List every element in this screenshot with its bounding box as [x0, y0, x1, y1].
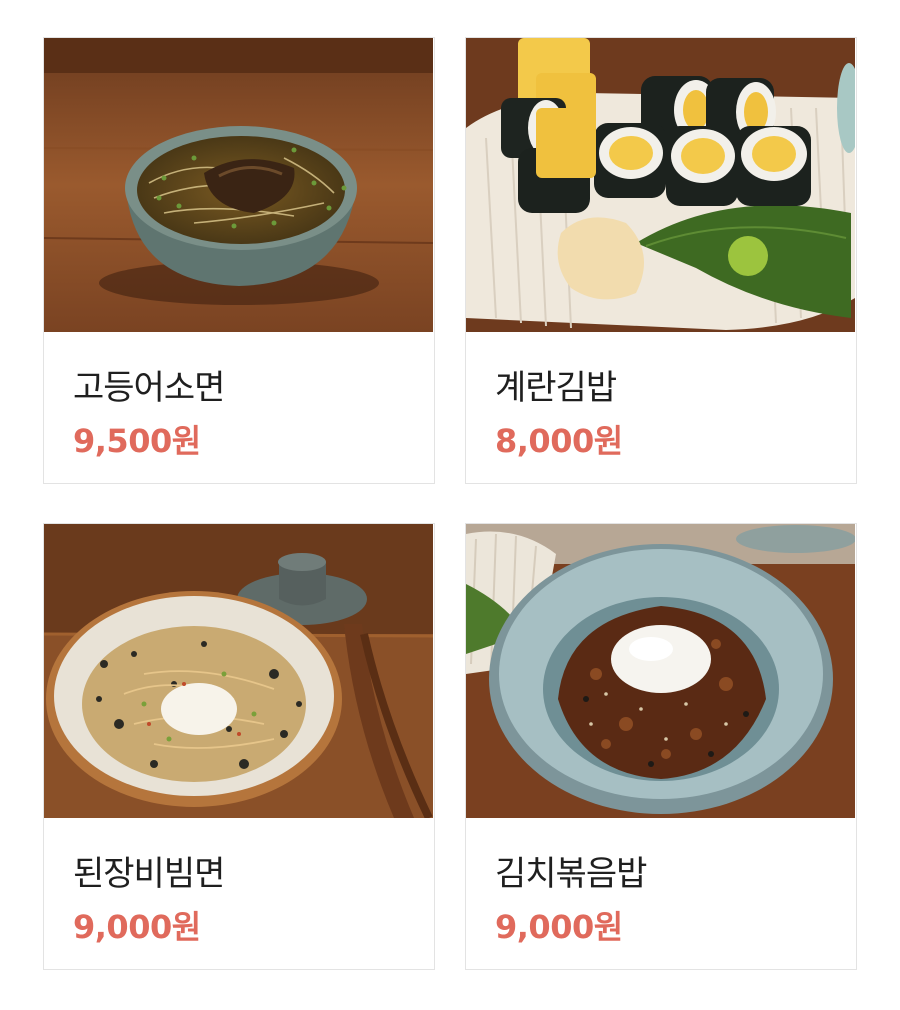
menu-item-price: 9,000원: [73, 908, 201, 946]
menu-item-price: 8,000원: [495, 422, 623, 460]
menu-card-kimchi-fried-rice[interactable]: 김치볶음밥 9,000원: [465, 523, 857, 970]
doenjang-bibim-noodle-photo: [44, 524, 433, 818]
mackerel-somen-photo: [44, 38, 433, 332]
menu-item-price: 9,000원: [495, 908, 623, 946]
menu-item-name: 김치볶음밥: [495, 854, 647, 894]
menu-card-doenjang-bibim-noodle[interactable]: 된장비빔면 9,000원: [43, 523, 435, 970]
menu-item-name: 고등어소면: [73, 368, 225, 408]
kimchi-fried-rice-photo: [466, 524, 855, 818]
menu-item-name: 계란김밥: [495, 368, 617, 408]
menu-item-name: 된장비빔면: [73, 854, 225, 894]
menu-card-egg-gimbap[interactable]: 계란김밥 8,000원: [465, 37, 857, 484]
menu-item-price: 9,500원: [73, 422, 201, 460]
menu-card-mackerel-somen[interactable]: 고등어소면 9,500원: [43, 37, 435, 484]
egg-gimbap-photo: [466, 38, 855, 332]
